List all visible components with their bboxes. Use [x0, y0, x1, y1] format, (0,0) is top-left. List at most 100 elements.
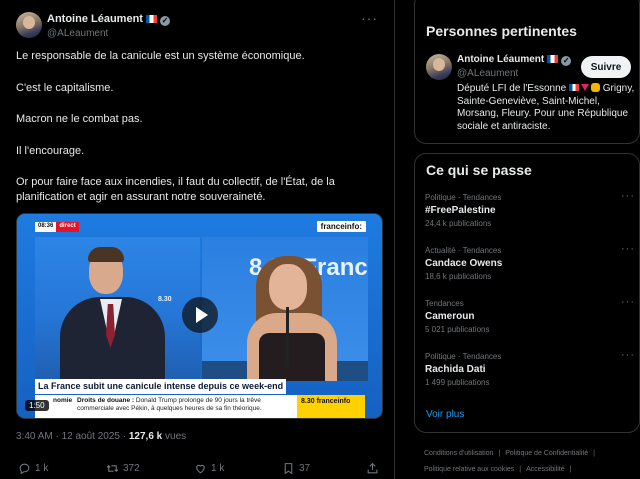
- retweet-button[interactable]: 372: [106, 462, 140, 475]
- trend-name[interactable]: Cameroun: [425, 311, 635, 322]
- relevant-people-title: Personnes pertinentes: [426, 23, 577, 39]
- footer-separator: |: [498, 450, 501, 457]
- bookmark-count: 37: [299, 463, 311, 474]
- bookmark-icon: [284, 463, 293, 475]
- woman-head: [269, 264, 307, 310]
- tweet-meta: 3:40 AM · 12 août 2025 · 127,6 k vues: [16, 431, 187, 442]
- relevant-person-avatar[interactable]: [426, 54, 452, 80]
- trend-name[interactable]: Rachida Dati: [425, 364, 635, 375]
- bio-prefix: Député LFI de l'Essonne: [457, 83, 567, 94]
- author-handle[interactable]: @ALeaument: [47, 28, 108, 39]
- retweet-count: 372: [123, 463, 140, 474]
- trend-more-icon[interactable]: ···: [621, 349, 635, 361]
- trend-category: Actualité · Tendances: [425, 246, 502, 255]
- reply-icon: [19, 463, 30, 475]
- trend-item[interactable]: Actualité · Tendances Candace Owens 18,6…: [425, 243, 635, 281]
- like-button[interactable]: 1 k: [194, 462, 224, 475]
- relevant-person-name[interactable]: Antoine Léaument: [457, 54, 544, 65]
- ticker-title: Droits de douane :: [77, 397, 135, 404]
- footer-link-cookies[interactable]: Politique relative aux cookies: [424, 466, 514, 473]
- verified-badge-icon: ✓: [159, 16, 170, 26]
- relevant-people-card: Personnes pertinentes Antoine Léaument ✓ …: [414, 0, 640, 144]
- microphone: [286, 307, 289, 367]
- trend-name[interactable]: Candace Owens: [425, 258, 635, 269]
- tweet-time[interactable]: 3:40 AM: [16, 431, 53, 442]
- trend-item[interactable]: Politique · Tendances Rachida Dati 1 499…: [425, 349, 635, 387]
- tweet-paragraph: Macron ne le combat pas.: [16, 113, 143, 125]
- tweet-paragraph: Le responsable de la canicule est un sys…: [16, 50, 305, 62]
- french-flag-icon: [568, 84, 579, 91]
- share-icon: [367, 462, 378, 474]
- more-options-icon[interactable]: ···: [361, 10, 378, 26]
- live-badge: direct: [56, 222, 79, 232]
- video-player[interactable]: 08:36 direct franceinfo: 8.30 France 8.3…: [16, 213, 383, 419]
- reply-button[interactable]: 1 k: [18, 462, 48, 475]
- reply-count: 1 k: [35, 463, 49, 474]
- retweet-icon: [106, 465, 119, 472]
- woman-top: [259, 333, 325, 381]
- footer-link-privacy[interactable]: Politique de Confidentialité: [505, 450, 588, 457]
- footer-link-terms[interactable]: Conditions d'utilisation: [424, 450, 493, 457]
- franceinfo-logo: franceinfo:: [316, 221, 366, 232]
- french-flag-icon: [145, 15, 157, 23]
- news-ticker: nomie Droits de douane : Donald Trump pr…: [35, 395, 297, 418]
- relevant-person-bio: Député LFI de l'Essonne Grigny, Sainte-G…: [457, 83, 635, 133]
- footer-row: Conditions d'utilisation | Politique de Co…: [424, 446, 636, 462]
- bookmark-button[interactable]: 37: [282, 462, 310, 475]
- relevant-person-handle[interactable]: @ALeaument: [457, 68, 518, 79]
- author-name-row[interactable]: Antoine Léaument ✓: [47, 13, 170, 26]
- trend-category: Politique · Tendances: [425, 193, 502, 202]
- tweet-header: Antoine Léaument ✓ @ALeaument ···: [16, 10, 382, 42]
- ticker-label: nomie: [53, 397, 73, 404]
- french-flag-icon: [547, 55, 559, 63]
- trend-category: Politique · Tendances: [425, 352, 502, 361]
- whats-happening-title: Ce qui se passe: [426, 162, 532, 178]
- follow-button[interactable]: Suivre: [581, 56, 631, 78]
- tweet-date[interactable]: 12 août 2025: [62, 431, 120, 442]
- studio-time-text: 8.30: [158, 296, 172, 303]
- tweet-column: Antoine Léaument ✓ @ALeaument ··· Le resp…: [0, 0, 395, 479]
- trend-count: 24,4 k publications: [425, 219, 492, 228]
- tweet-paragraph: Il l'encourage.: [16, 144, 85, 157]
- trend-item[interactable]: Politique · Tendances #FreePalestine 24,…: [425, 190, 635, 228]
- heart-icon: [196, 464, 205, 474]
- share-button[interactable]: [366, 462, 379, 475]
- ticker-program: 8.30 franceinfo: [297, 395, 365, 418]
- footer-separator: |: [569, 466, 572, 473]
- trend-more-icon[interactable]: ···: [621, 190, 635, 202]
- footer-row: Politique relative aux cookies | Accessibi…: [424, 462, 636, 478]
- footer-links: Conditions d'utilisation | Politique de Co…: [424, 446, 636, 478]
- trend-more-icon[interactable]: ···: [621, 296, 635, 308]
- video-panel-man: [35, 237, 200, 381]
- relevant-person-name-row[interactable]: Antoine Léaument ✓: [457, 54, 572, 66]
- trend-count: 18,6 k publications: [425, 272, 492, 281]
- news-headline: La France subit une canicule intense dep…: [35, 379, 287, 394]
- footer-link-accessibility[interactable]: Accessibilité: [526, 466, 565, 473]
- verified-badge-icon: ✓: [561, 56, 572, 66]
- views-label: vues: [165, 431, 187, 442]
- trend-count: 1 499 publications: [425, 378, 490, 387]
- author-avatar[interactable]: [16, 12, 42, 38]
- footer-separator: |: [593, 450, 595, 457]
- tweet-paragraph: C'est le capitalisme.: [16, 81, 114, 94]
- video-panel-woman: 8.30 France: [202, 237, 368, 381]
- tweet-paragraph: Or pour faire face aux incendies, il fau…: [16, 176, 335, 203]
- video-duration: 1:50: [25, 400, 49, 411]
- trend-name[interactable]: #FreePalestine: [425, 205, 635, 216]
- trend-category: Tendances: [425, 299, 464, 308]
- see-more-link[interactable]: Voir plus: [426, 409, 464, 420]
- tweet-actions: 1 k 372 1 k 37: [16, 462, 386, 479]
- raised-fist-icon: [590, 83, 600, 92]
- trend-more-icon[interactable]: ···: [621, 243, 635, 255]
- whats-happening-card: Ce qui se passe Politique · Tendances #F…: [414, 153, 640, 433]
- tweet-text: Le responsable de la canicule est un sys…: [16, 49, 386, 222]
- author-name[interactable]: Antoine Léaument: [47, 13, 143, 25]
- broadcast-time: 08:36: [35, 222, 57, 232]
- views-count: 127,6 k: [128, 431, 163, 442]
- trend-item[interactable]: Tendances Cameroun 5 021 publications ··…: [425, 296, 635, 334]
- like-count: 1 k: [211, 463, 225, 474]
- man-hair: [88, 247, 124, 262]
- play-icon[interactable]: [182, 297, 218, 333]
- red-triangle-icon: [580, 84, 589, 91]
- broadcast-topbar: 08:36 direct: [35, 222, 79, 232]
